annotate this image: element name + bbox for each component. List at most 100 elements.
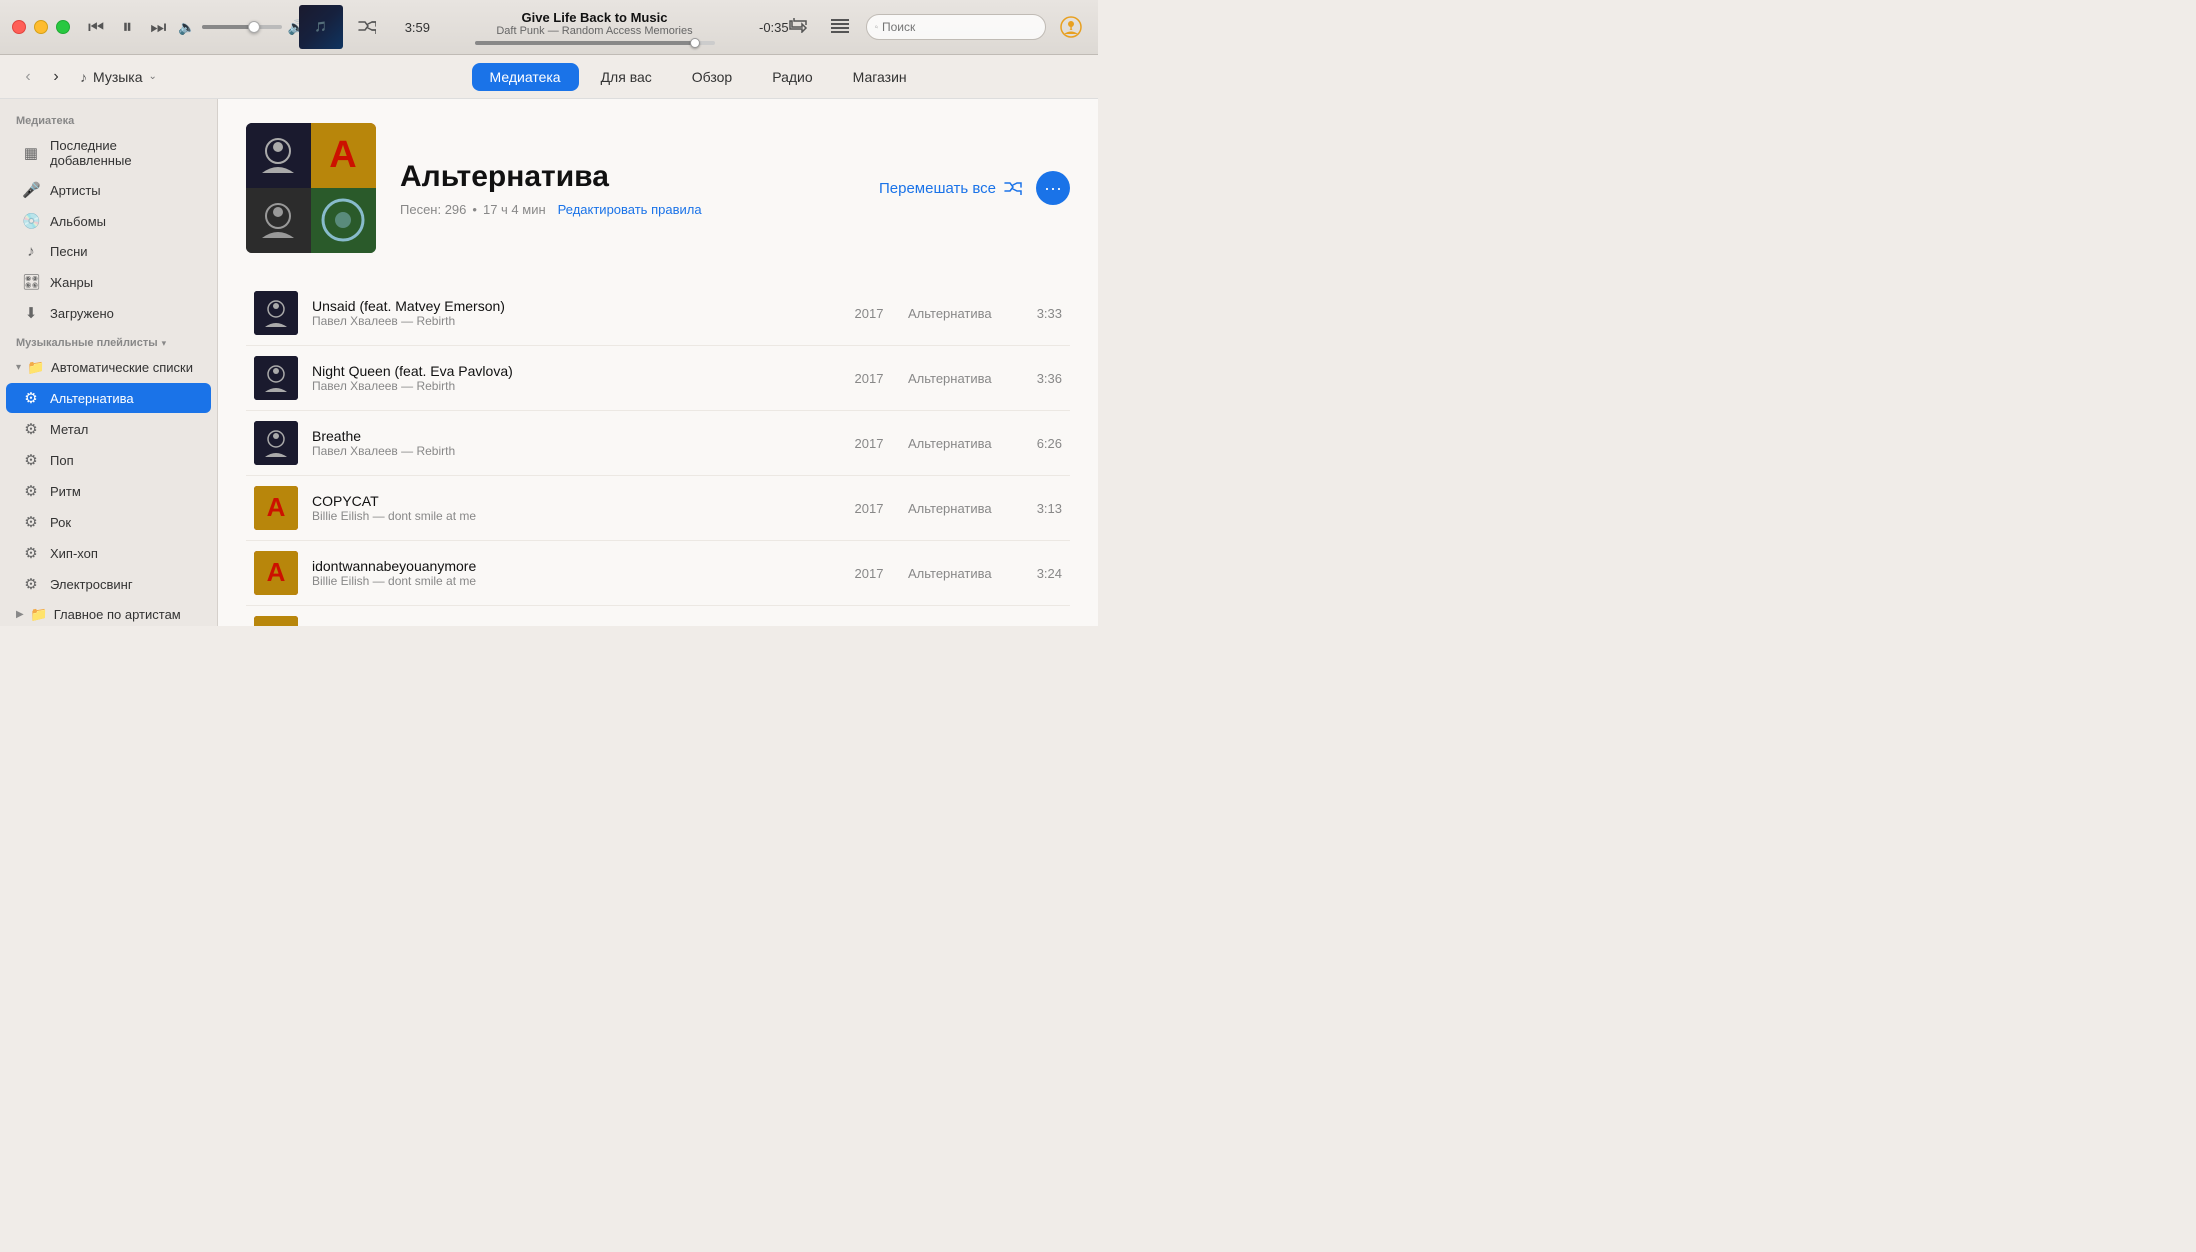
- sidebar-item-hiphop-label: Хип-хоп: [50, 546, 98, 561]
- smart-playlist-icon-rhythm: ⚙: [22, 482, 40, 500]
- progress-area: Give Life Back to Music Daft Punk — Rand…: [430, 10, 759, 45]
- playlist-name: Альтернатива: [400, 160, 855, 194]
- sidebar-item-songs[interactable]: ♪ Песни: [6, 237, 211, 266]
- list-icon: [831, 18, 849, 34]
- list-view-button[interactable]: [824, 13, 856, 41]
- sidebar-group-auto-lists[interactable]: ▾ 📁 Автоматические списки: [0, 353, 217, 382]
- expand-arrow-icon: ▾: [16, 362, 21, 373]
- rewind-button[interactable]: ⏮: [86, 15, 106, 40]
- source-selector[interactable]: ♪ Музыка ⌄: [80, 69, 157, 85]
- sidebar-item-albums[interactable]: 💿 Альбомы: [6, 206, 211, 236]
- volume-slider-track[interactable]: [202, 25, 282, 29]
- sidebar-item-pop[interactable]: ⚙ Поп: [6, 445, 211, 475]
- now-playing-title: Give Life Back to Music: [496, 10, 692, 25]
- song-title: Breathe: [312, 428, 830, 444]
- table-row[interactable]: A COPYCAT Billie Eilish — dont smile at …: [246, 476, 1070, 541]
- playlist-duration: 17 ч 4 мин: [483, 202, 546, 217]
- search-input[interactable]: [882, 20, 1037, 34]
- volume-thumb[interactable]: [248, 21, 260, 33]
- shuffle-current-button[interactable]: [349, 9, 385, 45]
- tab-library[interactable]: Медиатека: [472, 63, 579, 91]
- edit-rules-link[interactable]: Редактировать правила: [558, 202, 702, 217]
- back-button[interactable]: ‹: [16, 65, 40, 89]
- tab-for-you[interactable]: Для вас: [583, 63, 670, 91]
- table-row[interactable]: Night Queen (feat. Eva Pavlova) Павел Хв…: [246, 346, 1070, 411]
- sidebar: Медиатека ▦ Последние добавленные 🎤 Арти…: [0, 99, 218, 626]
- progress-fill: [475, 41, 696, 45]
- sidebar-item-metal[interactable]: ⚙ Метал: [6, 414, 211, 444]
- content-area: A: [218, 99, 1098, 626]
- table-row[interactable]: A my boy Billie Eilish — dont smile at m…: [246, 606, 1070, 626]
- tab-radio[interactable]: Радио: [754, 63, 830, 91]
- tab-store[interactable]: Магазин: [835, 63, 925, 91]
- song-title: Night Queen (feat. Eva Pavlova): [312, 363, 830, 379]
- playback-controls: ⏮ ⏸ ⏭: [86, 14, 168, 41]
- sidebar-item-recent-label: Последние добавленные: [50, 138, 195, 168]
- sidebar-item-rock[interactable]: ⚙ Рок: [6, 507, 211, 537]
- playlists-header[interactable]: Музыкальные плейлисты ▾: [0, 329, 217, 353]
- shuffle-all-button[interactable]: Перемешать все: [879, 180, 1022, 197]
- sidebar-item-genres[interactable]: 🎛 Жанры: [6, 267, 211, 297]
- search-box[interactable]: [866, 14, 1046, 40]
- library-section-title: Медиатека: [0, 111, 217, 131]
- now-playing-art: 🎵: [299, 5, 343, 49]
- progress-bar[interactable]: [475, 41, 715, 45]
- song-duration: 3:36: [1022, 371, 1062, 386]
- song-genre: Альтернатива: [908, 501, 1008, 516]
- sidebar-item-hiphop[interactable]: ⚙ Хип-хоп: [6, 538, 211, 568]
- song-thumbnail: A: [254, 486, 298, 530]
- sidebar-item-artists[interactable]: 🎤 Артисты: [6, 175, 211, 205]
- table-row[interactable]: Unsaid (feat. Matvey Emerson) Павел Хвал…: [246, 281, 1070, 346]
- sidebar-item-downloaded[interactable]: ⬇ Загружено: [6, 298, 211, 328]
- song-count: Песен: 296: [400, 202, 466, 217]
- svg-text:ℹ: ℹ: [1069, 23, 1072, 32]
- table-row[interactable]: Breathe Павел Хвалеев — Rebirth 2017 Аль…: [246, 411, 1070, 476]
- svg-text:A: A: [267, 557, 286, 587]
- sidebar-group-by-artists[interactable]: ▶ 📁 Главное по артистам: [0, 600, 217, 626]
- account-button[interactable]: ℹ: [1056, 12, 1086, 42]
- song-duration: 3:24: [1022, 566, 1062, 581]
- svg-text:A: A: [267, 492, 286, 522]
- collapsed-arrow-icon-1: ▶: [16, 609, 24, 620]
- sidebar-item-rhythm[interactable]: ⚙ Ритм: [6, 476, 211, 506]
- volume-control: 🔈 🔊: [178, 19, 305, 36]
- song-year: 2017: [844, 306, 894, 321]
- pause-button[interactable]: ⏸: [120, 14, 134, 41]
- playlist-info: Песен: 296 • 17 ч 4 мин Редактировать пр…: [400, 202, 855, 217]
- minimize-button[interactable]: [34, 20, 48, 34]
- svg-text:A: A: [329, 134, 356, 176]
- playlist-header: A: [246, 123, 1070, 253]
- table-row[interactable]: A idontwannabeyouanymore Billie Eilish —…: [246, 541, 1070, 606]
- song-list: Unsaid (feat. Matvey Emerson) Павел Хвал…: [246, 281, 1070, 626]
- song-info-center: Give Life Back to Music Daft Punk — Rand…: [496, 10, 692, 37]
- song-year: 2017: [844, 371, 894, 386]
- forward-button[interactable]: ›: [44, 65, 68, 89]
- more-options-button[interactable]: ···: [1036, 171, 1070, 205]
- song-genre: Альтернатива: [908, 436, 1008, 451]
- playlists-chevron-icon: ▾: [162, 338, 167, 349]
- smart-playlist-icon-pop: ⚙: [22, 451, 40, 469]
- time-remaining: -0:35: [759, 20, 799, 35]
- now-playing-artist-album: Daft Punk — Random Access Memories: [496, 25, 692, 37]
- right-controls: ℹ: [782, 12, 1086, 42]
- svg-text:A: A: [267, 622, 286, 626]
- maximize-button[interactable]: [56, 20, 70, 34]
- sidebar-item-electroswing[interactable]: ⚙ Электросвинг: [6, 569, 211, 599]
- folder-icon: 📁: [27, 359, 45, 376]
- tab-browse[interactable]: Обзор: [674, 63, 750, 91]
- sidebar-item-rhythm-label: Ритм: [50, 484, 81, 499]
- sidebar-item-alternativa[interactable]: ⚙ Альтернатива: [6, 383, 211, 413]
- close-button[interactable]: [12, 20, 26, 34]
- progress-thumb[interactable]: [690, 38, 700, 48]
- sidebar-item-alternativa-label: Альтернатива: [50, 391, 134, 406]
- sidebar-item-pop-label: Поп: [50, 453, 74, 468]
- sidebar-item-rock-label: Рок: [50, 515, 71, 530]
- traffic-lights: [12, 20, 70, 34]
- sidebar-item-songs-label: Песни: [50, 244, 88, 259]
- sidebar-item-recent[interactable]: ▦ Последние добавленные: [6, 132, 211, 174]
- song-thumbnail: A: [254, 616, 298, 626]
- volume-fill: [202, 25, 254, 29]
- fast-forward-button[interactable]: ⏭: [148, 15, 168, 40]
- note-icon: ♪: [22, 243, 40, 260]
- time-elapsed: 3:59: [395, 20, 430, 35]
